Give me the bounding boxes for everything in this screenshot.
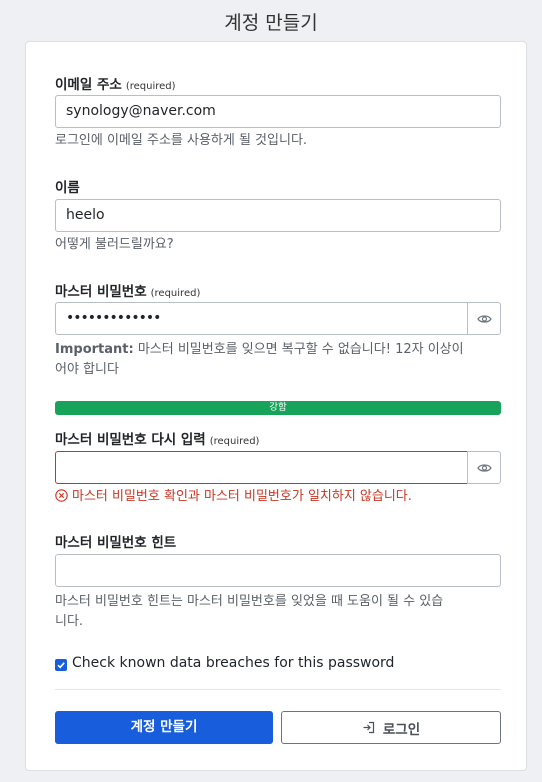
confirm-password-error: 마스터 비밀번호 확인과 마스터 비밀번호가 일치하지 않습니다. bbox=[55, 487, 412, 507]
master-password-label: 마스터 비밀번호 (required) bbox=[55, 280, 200, 300]
page-title: 계정 만들기 bbox=[224, 12, 318, 34]
login-button-label: 로그인 bbox=[382, 721, 421, 738]
eye-icon bbox=[476, 463, 492, 472]
name-help-text: 어떻게 불러드릴까요? bbox=[55, 237, 174, 252]
email-label: 이메일 주소 (required) bbox=[55, 73, 176, 93]
confirm-password-label: 마스터 비밀번호 다시 입력 (required) bbox=[55, 428, 259, 448]
email-input[interactable]: synology@naver.com bbox=[55, 95, 501, 128]
create-account-button[interactable]: 계정 만들기 bbox=[55, 711, 273, 744]
hint-label-text: 마스터 비밀번호 힌트 bbox=[55, 535, 177, 551]
hint-help-text: 마스터 비밀번호 힌트는 마스터 비밀번호를 잊었을 때 도움이 될 수 있습 … bbox=[55, 592, 505, 632]
confirm-password-label-text: 마스터 비밀번호 다시 입력 bbox=[55, 432, 206, 448]
master-password-help-line1: 마스터 비밀번호를 잊으면 복구할 수 없습니다! 12자 이상이 bbox=[133, 342, 464, 357]
confirm-password-input[interactable] bbox=[55, 451, 468, 484]
master-password-label-text: 마스터 비밀번호 bbox=[55, 284, 147, 300]
breach-check-checkbox[interactable] bbox=[55, 659, 67, 671]
login-button[interactable]: 로그인 bbox=[281, 711, 501, 744]
master-password-help-text: Important: 마스터 비밀번호를 잊으면 복구할 수 없습니다! 12자… bbox=[55, 340, 505, 380]
hint-help-line2: 니다. bbox=[55, 614, 84, 629]
email-required-note: (required) bbox=[125, 81, 176, 92]
hint-label: 마스터 비밀번호 힌트 bbox=[55, 531, 176, 551]
eye-icon bbox=[476, 314, 492, 323]
error-circle-icon bbox=[55, 489, 68, 502]
name-label: 이름 bbox=[55, 176, 80, 196]
toggle-password-visibility-button[interactable] bbox=[467, 302, 501, 335]
password-strength-bar: 강함 bbox=[55, 401, 501, 415]
master-password-required-note: (required) bbox=[150, 288, 201, 299]
master-password-help-important: Important: bbox=[55, 342, 134, 357]
hint-help-line1: 마스터 비밀번호 힌트는 마스터 비밀번호를 잊었을 때 도움이 될 수 있습 bbox=[55, 594, 444, 609]
breach-check-label[interactable]: Check known data breaches for this passw… bbox=[72, 655, 394, 671]
sign-in-icon bbox=[362, 721, 375, 734]
master-password-help-line2: 어야 합니다 bbox=[55, 362, 119, 377]
email-label-text: 이메일 주소 bbox=[55, 77, 122, 93]
check-icon bbox=[57, 662, 65, 669]
email-help-text: 로그인에 이메일 주소를 사용하게 될 것입니다. bbox=[55, 133, 308, 148]
password-strength-label: 강함 bbox=[269, 402, 287, 413]
password-hint-input[interactable] bbox=[55, 554, 501, 587]
registration-form: 이메일 주소 (required) synology@naver.com 로그인에… bbox=[25, 41, 527, 771]
name-input[interactable]: heelo bbox=[55, 199, 501, 232]
confirm-password-error-text: 마스터 비밀번호 확인과 마스터 비밀번호가 일치하지 않습니다. bbox=[72, 489, 412, 504]
confirm-password-required-note: (required) bbox=[209, 436, 260, 447]
name-label-text: 이름 bbox=[55, 180, 80, 196]
master-password-input[interactable]: ••••••••••••• bbox=[55, 302, 468, 335]
divider bbox=[55, 689, 501, 690]
toggle-confirm-visibility-button[interactable] bbox=[467, 451, 501, 484]
